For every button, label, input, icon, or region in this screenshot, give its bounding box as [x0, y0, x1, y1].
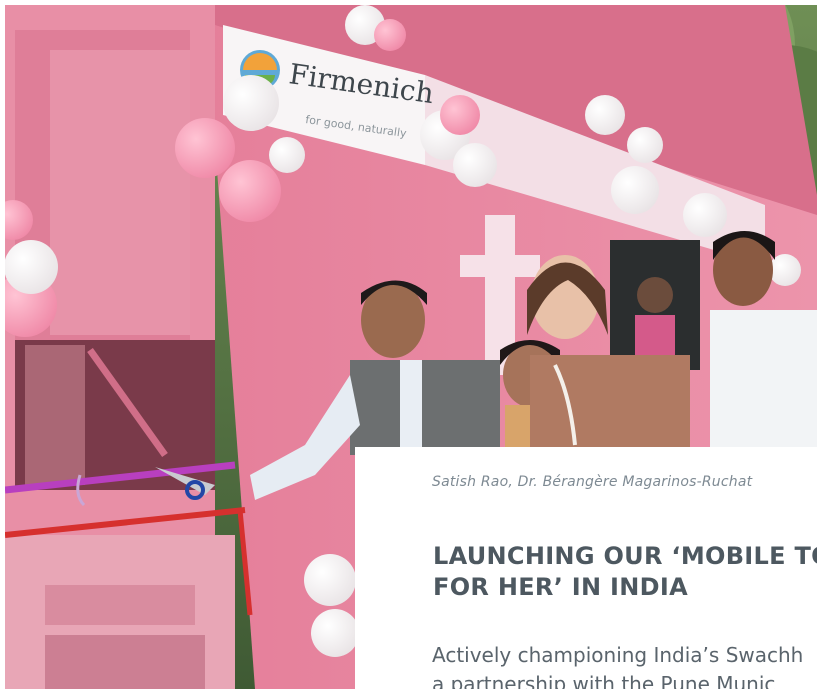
article-body: Actively championing India’s Swachh a pa… [432, 641, 817, 689]
body-line-2: a partnership with the Pune Munic [432, 672, 776, 689]
body-line-1: Actively championing India’s Swachh [432, 643, 804, 667]
headline-line-2: FOR HER’ IN INDIA [433, 573, 688, 601]
article-card: Satish Rao, Dr. Bérangère Magarinos-Ruch… [355, 447, 817, 689]
article-headline: LAUNCHING OUR ‘MOBILE TO FOR HER’ IN IND… [433, 541, 817, 603]
photo-caption: Satish Rao, Dr. Bérangère Magarinos-Ruch… [432, 474, 753, 490]
headline-line-1: LAUNCHING OUR ‘MOBILE TO [433, 542, 817, 570]
